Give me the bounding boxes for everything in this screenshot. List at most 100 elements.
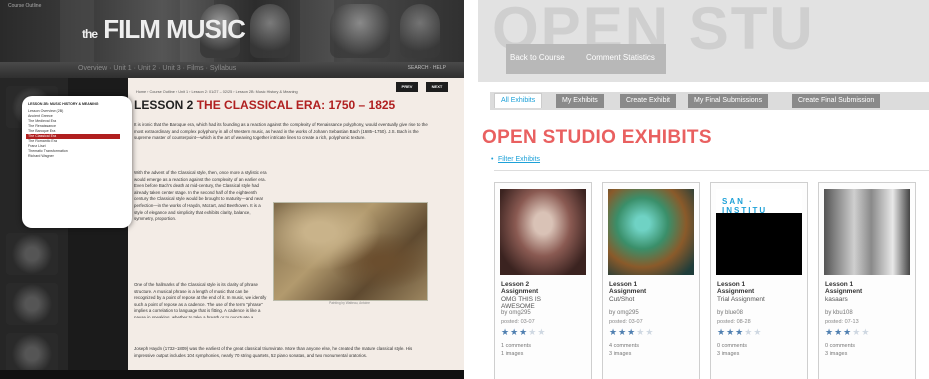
star-icon[interactable]: ★ (861, 327, 870, 337)
star-icon[interactable]: ★ (609, 327, 618, 337)
tab-all-exhibits[interactable]: All Exhibits (494, 93, 543, 108)
back-to-course-button[interactable]: Back to Course (510, 53, 565, 62)
star-icon[interactable]: ★ (753, 327, 762, 337)
star-icon[interactable]: ★ (627, 327, 636, 337)
exhibit-posted-date: posted: 03-07 (609, 319, 643, 325)
exhibit-card[interactable]: Lesson 1 Assignment kasaars by kbu108 posted… (818, 182, 916, 379)
exhibit-lesson: Lesson 1 (609, 281, 638, 288)
lesson-sidebar-menu: LESSON 2B: MUSIC HISTORY & MEANING Lesso… (22, 96, 132, 228)
exhibit-lesson: Lesson 2 (501, 281, 530, 288)
lesson-number: LESSON 2 (134, 98, 194, 112)
star-icon[interactable]: ★ (735, 327, 744, 337)
star-icon[interactable]: ★ (537, 327, 546, 337)
open-studio-screen: OPEN STU Back to Course Comment Statisti… (478, 0, 929, 379)
divider (494, 170, 929, 171)
exhibit-assignment: Assignment (501, 288, 539, 295)
star-icon[interactable]: ★ (843, 327, 852, 337)
painting-caption: Painting by Watteau, Antoine (329, 301, 370, 305)
exhibit-thumbnail[interactable]: SAN · INSTITU (716, 189, 802, 275)
exhibit-name[interactable]: Cut/Shot (609, 296, 634, 303)
star-rating[interactable]: ★★★★★ (825, 327, 870, 338)
thumbnail-text: SAN · INSTITU (722, 197, 768, 215)
filter-exhibits-link[interactable]: Filter Exhibits (498, 156, 540, 163)
exhibit-card[interactable]: Lesson 2 Assignment OMG THIS IS AWESOME by o… (494, 182, 592, 379)
exhibit-posted-date: posted: 07-13 (825, 319, 859, 325)
exhibit-author: by blue08 (717, 310, 744, 316)
exhibit-thumbnail[interactable] (824, 189, 910, 275)
star-icon[interactable]: ★ (726, 327, 735, 337)
tab-my-exhibits[interactable]: My Exhibits (556, 94, 604, 108)
tab-create-exhibit[interactable]: Create Exhibit (620, 94, 676, 108)
exhibit-tab-bar: All Exhibits My Exhibits Create Exhibit My … (490, 92, 929, 110)
star-rating[interactable]: ★★★★★ (717, 327, 762, 338)
comment-statistics-button[interactable]: Comment Statistics (586, 53, 655, 62)
paragraph-classical-style: With the advent of the Classical style, … (134, 170, 267, 222)
star-icon[interactable]: ★ (834, 327, 843, 337)
exhibit-comments-count[interactable]: 0 comments (825, 343, 855, 349)
tab-my-final-submissions[interactable]: My Final Submissions (688, 94, 769, 108)
exhibit-comments-count[interactable]: 0 comments (717, 343, 747, 349)
watteau-painting (273, 202, 428, 301)
bullet-icon: • (491, 156, 494, 163)
exhibit-name-line2: AWESOME (501, 303, 535, 310)
film-music-course-screen: Course Outline the FILM MUSIC Overview ·… (0, 0, 464, 379)
course-title: the FILM MUSIC (82, 14, 246, 44)
course-header: Course Outline the FILM MUSIC (0, 0, 464, 62)
exhibit-card[interactable]: Lesson 1 Assignment Cut/Shot by omg295 poste… (602, 182, 700, 379)
star-icon[interactable]: ★ (618, 327, 627, 337)
exhibit-posted-date: posted: 08-28 (717, 319, 751, 325)
exhibit-posted-date: posted: 03-07 (501, 319, 535, 325)
star-icon[interactable]: ★ (744, 327, 753, 337)
breadcrumb[interactable]: Home › Course Outline › Unit 1 › Lesson … (136, 90, 298, 94)
star-rating[interactable]: ★★★★★ (501, 327, 546, 338)
exhibit-images-count: 3 images (717, 351, 740, 357)
next-button[interactable]: NEXT (426, 82, 448, 92)
star-icon[interactable]: ★ (528, 327, 537, 337)
exhibit-name[interactable]: kasaars (825, 296, 848, 303)
search-help-links[interactable]: SEARCH · HELP (408, 65, 446, 71)
course-nav-bar: Overview · Unit 1 · Unit 2 · Unit 3 · Fi… (0, 62, 464, 78)
star-icon[interactable]: ★ (510, 327, 519, 337)
exhibit-name[interactable]: Trial Assignment (717, 296, 765, 303)
open-studio-banner: OPEN STU Back to Course Comment Statisti… (478, 0, 929, 82)
paragraph-phrase: One of the hallmarks of the Classical st… (134, 282, 267, 318)
sidebar-heading: LESSON 2B: MUSIC HISTORY & MEANING (28, 102, 99, 106)
exhibit-assignment: Assignment (609, 288, 647, 295)
exhibit-comments-count[interactable]: 1 comments (501, 343, 531, 349)
exhibit-comments-count[interactable]: 4 comments (609, 343, 639, 349)
exhibit-author: by omg295 (501, 310, 531, 316)
exhibit-thumbnail[interactable] (608, 189, 694, 275)
star-icon[interactable]: ★ (501, 327, 510, 337)
star-icon[interactable]: ★ (636, 327, 645, 337)
prev-button[interactable]: PREV (396, 82, 418, 92)
star-icon[interactable]: ★ (825, 327, 834, 337)
star-icon[interactable]: ★ (645, 327, 654, 337)
exhibit-author: by kbu108 (825, 310, 853, 316)
exhibit-lesson: Lesson 1 (825, 281, 854, 288)
lesson-title: THE CLASSICAL ERA: 1750 – 1825 (196, 98, 396, 112)
exhibit-card[interactable]: SAN · INSTITU Lesson 1 Assignment Trial Ass… (710, 182, 808, 379)
star-icon[interactable]: ★ (717, 327, 726, 337)
exhibit-assignment: Assignment (825, 288, 863, 295)
star-icon[interactable]: ★ (519, 327, 528, 337)
exhibit-name[interactable]: OMG THIS IS (501, 296, 541, 303)
exhibit-images-count: 3 images (825, 351, 848, 357)
tab-create-final-submission[interactable]: Create Final Submission (792, 94, 881, 108)
lesson-heading: LESSON 2 THE CLASSICAL ERA: 1750 – 1825 (134, 98, 395, 112)
bottom-bar (0, 370, 464, 379)
exhibit-lesson: Lesson 1 (717, 281, 746, 288)
header-caption: Course Outline (8, 3, 42, 9)
lesson-content: PREV NEXT Home › Course Outline › Unit 1… (128, 78, 464, 379)
course-nav-links[interactable]: Overview · Unit 1 · Unit 2 · Unit 3 · Fi… (78, 65, 236, 72)
exhibit-assignment: Assignment (717, 288, 755, 295)
exhibit-images-count: 3 images (609, 351, 632, 357)
star-rating[interactable]: ★★★★★ (609, 327, 654, 338)
exhibit-thumbnail[interactable] (500, 189, 586, 275)
paragraph-intro: It is ironic that the Baroque era, which… (134, 122, 428, 141)
sidebar-item[interactable]: Richard Wagner (28, 154, 132, 159)
exhibit-images-count: 1 images (501, 351, 524, 357)
page-title: OPEN STUDIO EXHIBITS (482, 127, 712, 148)
banner-buttons: Back to Course Comment Statistics (506, 44, 666, 74)
exhibit-author: by omg295 (609, 310, 639, 316)
star-icon[interactable]: ★ (852, 327, 861, 337)
